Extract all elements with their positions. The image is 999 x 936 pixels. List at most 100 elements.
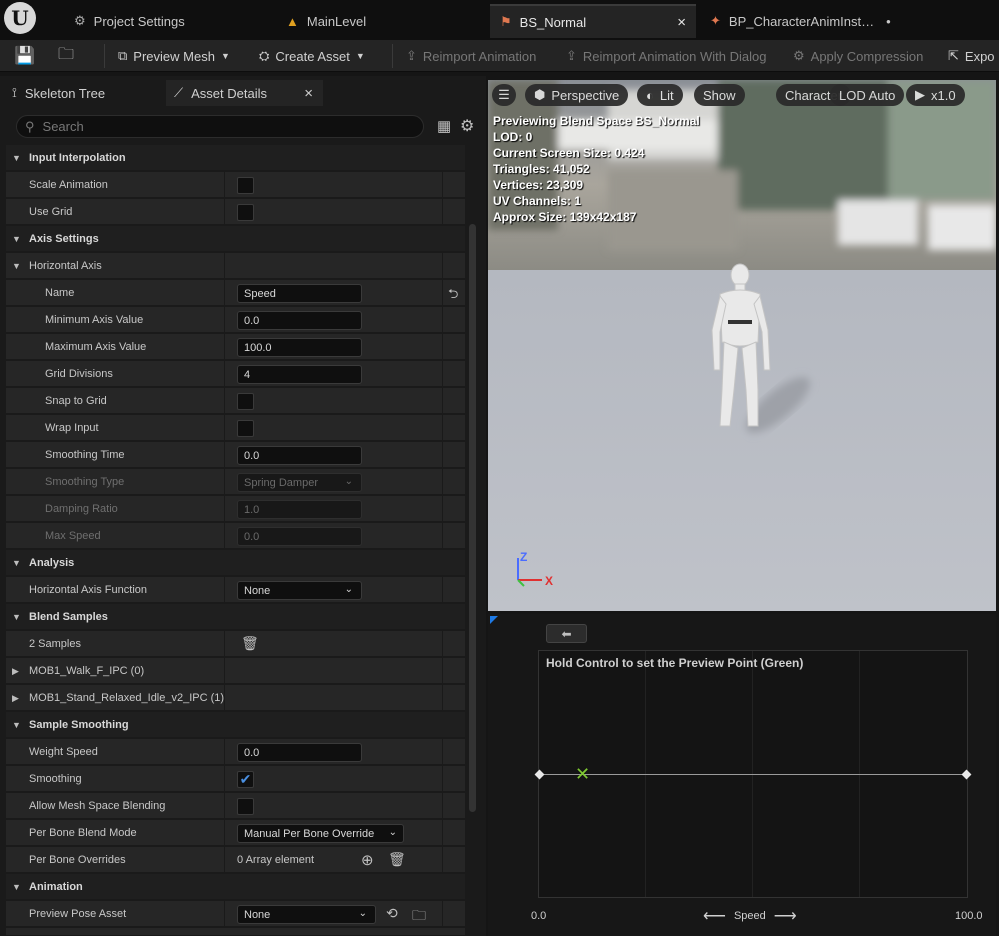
lit-button[interactable]: ◐ Lit <box>637 84 683 106</box>
table-view-icon[interactable]: ▦ <box>437 117 451 135</box>
category-analysis[interactable]: ▼ Analysis <box>6 550 465 576</box>
horizontal-axis-function-dropdown[interactable]: None ⌄ <box>237 581 362 600</box>
preview-stat-line: Vertices: 23,309 <box>493 178 584 192</box>
modified-dot-icon: • <box>886 13 891 29</box>
toggle-triangulation-button[interactable]: ⬅ <box>546 624 587 643</box>
list-item[interactable]: ▶ MOB1_Walk_F_IPC (0) <box>6 658 465 684</box>
lit-sphere-icon: ◐ <box>646 87 654 103</box>
preview-point-icon[interactable]: ✕ <box>575 765 590 783</box>
list-item[interactable]: ▶ MOB1_Stand_Relaxed_Idle_v2_IPC (1) <box>6 685 465 711</box>
axis-min-label: 0.0 <box>531 910 547 922</box>
details-scrollbar[interactable] <box>469 224 476 812</box>
category-sample-smoothing[interactable]: ▼ Sample Smoothing <box>6 712 465 738</box>
property-row-samples: 2 Samples 🗑 <box>6 631 465 657</box>
toolbar: 💾 🗀 ⧉ Preview Mesh ▼ ⛭ Create Asset ▼ ⇪ … <box>0 40 999 72</box>
close-tab-icon[interactable]: × <box>677 14 686 31</box>
show-button[interactable]: Show <box>694 84 745 106</box>
property-row-mesh-space-blending: Allow Mesh Space Blending <box>6 793 465 819</box>
export-button[interactable]: ⇱ Expo <box>948 40 995 72</box>
blend-space-editor[interactable]: ⬅ Hold Control to set the Preview Point … <box>488 614 996 936</box>
reimport-dialog-button[interactable]: ⇪ Reimport Animation With Dialog <box>566 40 766 72</box>
toolbar-separator <box>104 44 105 68</box>
reset-to-default-icon[interactable]: ⮌ <box>448 285 458 307</box>
preview-viewport[interactable]: ☰ ⬢ Perspective ◐ Lit Show Character LOD… <box>488 80 996 611</box>
add-element-icon[interactable]: ⊕ <box>361 851 374 869</box>
category-axis-settings[interactable]: ▼ Axis Settings <box>6 226 465 252</box>
reimport-dialog-icon: ⇪ <box>566 48 577 63</box>
min-axis-value-field[interactable]: 0.0 <box>237 311 362 330</box>
compression-icon: ⚙ <box>793 48 805 63</box>
tab-project-settings[interactable]: ⚙ Project Settings <box>64 4 195 38</box>
playback-speed-button[interactable]: ▶ x1.0 <box>906 84 965 106</box>
perspective-button[interactable]: ⬢ Perspective <box>525 84 629 106</box>
property-row-max-axis: Maximum Axis Value 100.0 <box>6 334 465 360</box>
snap-to-grid-checkbox[interactable] <box>237 393 254 410</box>
preview-pose-asset-dropdown[interactable]: None ⌄ <box>237 905 376 924</box>
apply-compression-button[interactable]: ⚙ Apply Compression <box>793 40 923 72</box>
animbp-icon: ✦ <box>710 13 721 28</box>
graph-area[interactable]: Hold Control to set the Preview Point (G… <box>534 650 972 898</box>
smoothing-type-dropdown[interactable]: Spring Damper ⌄ <box>237 473 362 492</box>
tab-bp-character-anim[interactable]: ✦ BP_CharacterAnimInst… • <box>700 4 901 38</box>
grid-divisions-field[interactable]: 4 <box>237 365 362 384</box>
checkmark-icon: ✔ <box>239 771 252 787</box>
chevron-down-icon: ▼ <box>12 558 21 568</box>
save-button[interactable]: 💾 <box>14 40 35 72</box>
use-grid-checkbox[interactable] <box>237 204 254 221</box>
tab-skeleton-tree[interactable]: ⟟ Skeleton Tree <box>4 80 113 106</box>
close-tab-icon[interactable]: × <box>304 85 313 102</box>
axis-name-field[interactable]: Speed <box>237 284 362 303</box>
scale-animation-checkbox[interactable] <box>237 177 254 194</box>
browse-button[interactable]: 🗀 <box>58 40 74 72</box>
property-row-preview-pose: Preview Pose Asset None ⌄ ⟲ 🗀 <box>6 901 465 927</box>
tab-bs-normal[interactable]: ⚑ BS_Normal × <box>490 4 696 38</box>
preview-mesh-icon: ⧉ <box>118 48 128 63</box>
category-input-interpolation[interactable]: ▼ Input Interpolation <box>6 145 465 171</box>
use-selected-icon[interactable]: ⟲ <box>386 905 398 922</box>
property-row-use-grid: Use Grid <box>6 199 465 225</box>
export-icon: ⇱ <box>948 48 959 63</box>
chevron-down-icon: ▼ <box>220 51 230 61</box>
group-horizontal-axis[interactable]: ▼ Horizontal Axis <box>6 253 465 279</box>
unreal-logo-icon[interactable]: U <box>4 2 36 34</box>
chevron-down-icon: ▼ <box>12 720 21 730</box>
mesh-space-blending-checkbox[interactable] <box>237 798 254 815</box>
viewport-menu-button[interactable]: ☰ <box>492 84 516 106</box>
sample-point[interactable] <box>534 769 545 780</box>
category-blend-samples[interactable]: ▼ Blend Samples <box>6 604 465 630</box>
browse-asset-icon[interactable]: 🗀 <box>412 905 426 929</box>
trash-icon[interactable]: 🗑 <box>241 635 259 652</box>
chevron-down-icon: ▼ <box>12 234 21 244</box>
tab-asset-details[interactable]: ⟋ Asset Details × <box>166 80 323 106</box>
search-input[interactable]: ⚲ Search <box>16 115 424 138</box>
smoothing-checkbox[interactable]: ✔ <box>237 771 254 788</box>
property-row-min-axis: Minimum Axis Value 0.0 <box>6 307 465 333</box>
lod-button[interactable]: LOD Auto <box>830 84 905 106</box>
level-icon: ▲ <box>286 13 299 29</box>
property-row-damping-ratio: Damping Ratio 1.0 <box>6 496 465 522</box>
reimport-animation-button[interactable]: ⇪ Reimport Animation <box>406 40 536 72</box>
preview-mesh-button[interactable]: ⧉ Preview Mesh ▼ <box>118 40 230 72</box>
wrap-input-checkbox[interactable] <box>237 420 254 437</box>
gear-icon[interactable]: ⚙ <box>460 116 474 136</box>
weight-speed-field[interactable]: 0.0 <box>237 743 362 762</box>
tab-mainlevel[interactable]: ▲ MainLevel <box>276 4 376 38</box>
sample-point[interactable] <box>961 769 972 780</box>
max-speed-field[interactable]: 0.0 <box>237 527 362 546</box>
create-asset-button[interactable]: ⛭ Create Asset ▼ <box>259 40 365 72</box>
category-animation[interactable]: ▼ Animation <box>6 874 465 900</box>
search-icon: ⚲ <box>25 118 35 134</box>
trash-icon[interactable]: 🗑 <box>388 851 406 868</box>
arrow-right-icon: ⟶ <box>773 908 797 925</box>
chevron-down-icon: ⌄ <box>358 908 367 919</box>
preview-stat-line: UV Channels: 1 <box>493 194 582 208</box>
max-axis-value-field[interactable]: 100.0 <box>237 338 362 357</box>
cube-icon: ⬢ <box>534 87 546 102</box>
per-bone-blend-mode-dropdown[interactable]: Manual Per Bone Override ⌄ <box>237 824 404 843</box>
property-row-per-bone-blend-mode: Per Bone Blend Mode Manual Per Bone Over… <box>6 820 465 846</box>
damping-ratio-field[interactable]: 1.0 <box>237 500 362 519</box>
label-tag-icon: ⬅ <box>561 626 572 641</box>
property-row-snap-to-grid: Snap to Grid <box>6 388 465 414</box>
axis-x-label: X <box>545 574 554 588</box>
smoothing-time-field[interactable]: 0.0 <box>237 446 362 465</box>
